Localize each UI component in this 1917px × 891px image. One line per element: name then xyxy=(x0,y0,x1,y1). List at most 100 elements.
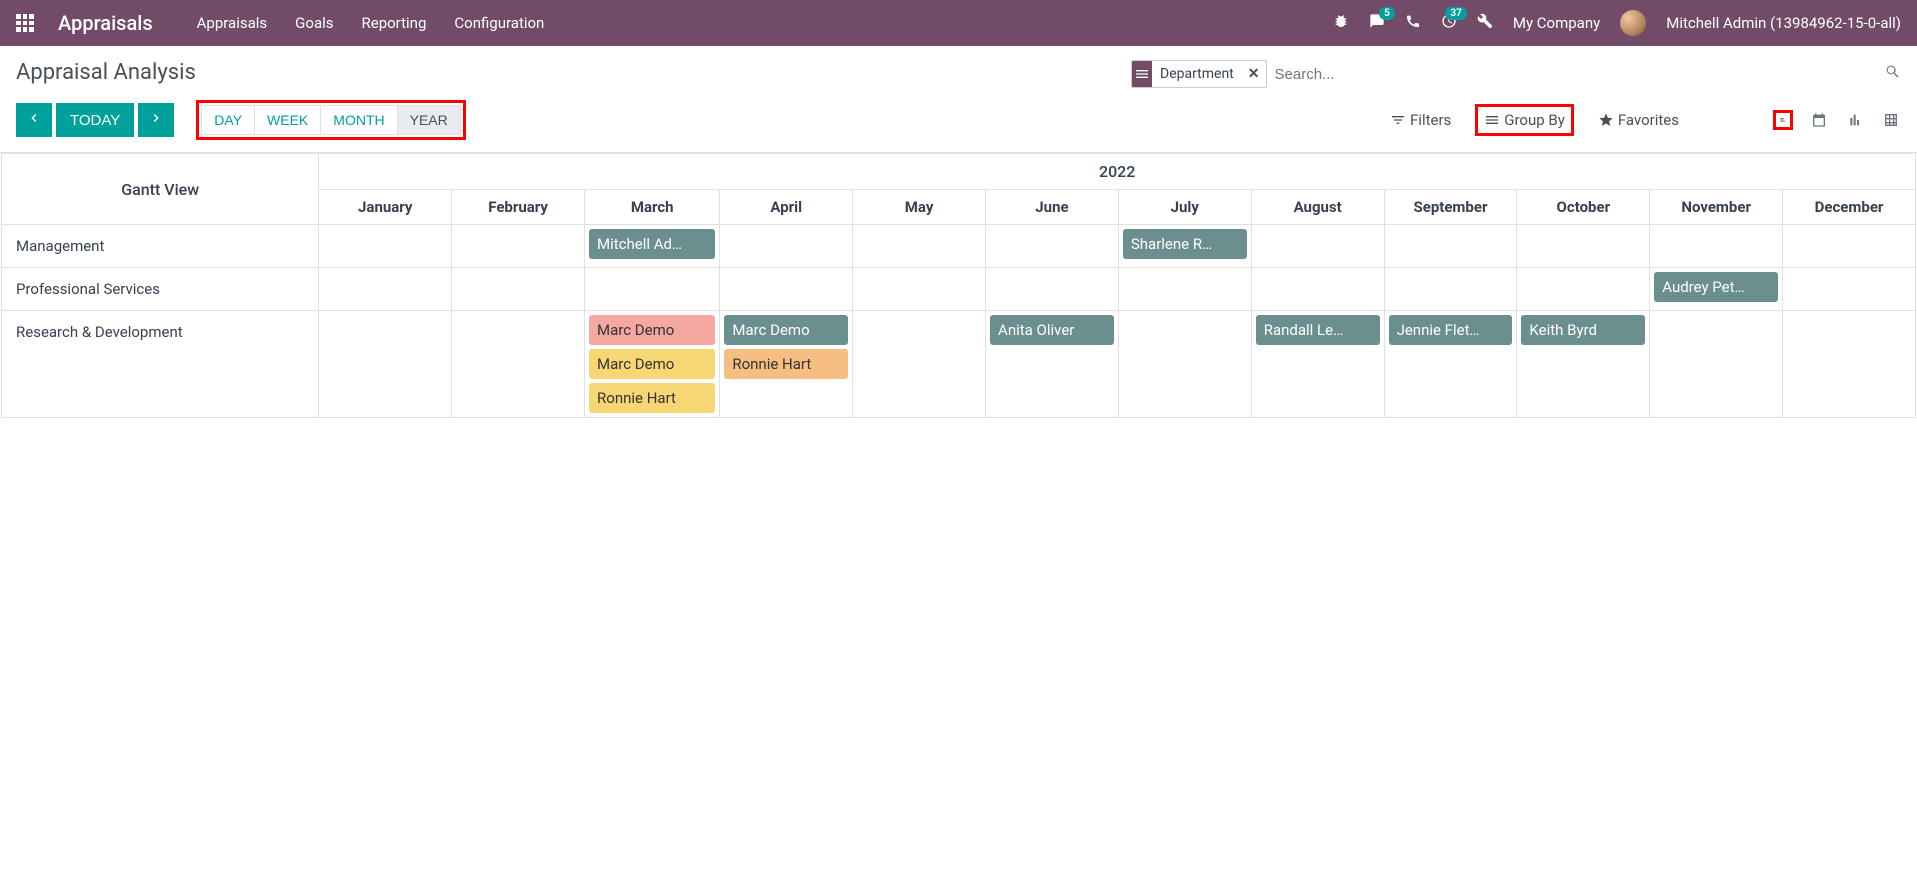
gantt-pill[interactable]: Marc Demo xyxy=(589,349,715,379)
gantt-month-header: October xyxy=(1517,190,1650,225)
bug-icon[interactable] xyxy=(1333,13,1349,33)
scale-year[interactable]: YEAR xyxy=(397,105,461,135)
gantt-pill[interactable]: Ronnie Hart xyxy=(724,349,848,379)
gantt-view-label: Gantt View xyxy=(2,154,319,225)
app-title: Appraisals xyxy=(58,11,153,35)
facet-label: Department xyxy=(1152,66,1242,82)
menu-reporting[interactable]: Reporting xyxy=(362,14,427,32)
gantt-cell[interactable] xyxy=(1650,225,1783,268)
groupby-dropdown[interactable]: Group By xyxy=(1475,104,1574,136)
page-title: Appraisal Analysis xyxy=(16,60,196,85)
gantt-cell[interactable] xyxy=(452,311,585,418)
gantt-cell[interactable]: Marc Demo Ronnie Hart xyxy=(720,311,853,418)
gantt-cell[interactable] xyxy=(720,268,853,311)
gantt-pill[interactable]: Mitchell Ad… xyxy=(589,229,715,259)
table-row: Research & DevelopmentMarc DemoMarc Demo… xyxy=(2,311,1916,418)
gantt-row-label: Research & Development xyxy=(2,311,319,418)
gantt-cell[interactable] xyxy=(1251,225,1384,268)
today-button[interactable]: TODAY xyxy=(56,103,134,137)
gantt-pill[interactable]: Keith Byrd xyxy=(1521,315,1645,345)
avatar[interactable] xyxy=(1620,10,1646,36)
user-menu[interactable]: Mitchell Admin (13984962-15-0-all) xyxy=(1666,14,1901,32)
gantt-pill[interactable]: Marc Demo xyxy=(589,315,715,345)
facet-remove[interactable]: ✕ xyxy=(1242,66,1266,82)
gantt-cell[interactable]: Keith Byrd xyxy=(1517,311,1650,418)
gantt-cell[interactable]: Marc Demo Marc Demo Ronnie Hart xyxy=(585,311,720,418)
gantt-cell[interactable] xyxy=(319,268,452,311)
gantt-cell[interactable] xyxy=(986,268,1119,311)
gantt-table: Gantt View 2022 JanuaryFebruaryMarchApri… xyxy=(1,153,1916,418)
scale-day[interactable]: DAY xyxy=(201,105,255,135)
gantt-pill[interactable]: Ronnie Hart xyxy=(589,383,715,413)
gantt-pill[interactable]: Jennie Flet… xyxy=(1389,315,1513,345)
pivot-view-icon[interactable] xyxy=(1881,110,1901,130)
gantt-cell[interactable] xyxy=(452,225,585,268)
menu-appraisals[interactable]: Appraisals xyxy=(197,14,268,32)
gantt-cell[interactable] xyxy=(1118,268,1251,311)
gantt-cell[interactable] xyxy=(853,268,986,311)
menu-goals[interactable]: Goals xyxy=(295,14,333,32)
gantt-cell[interactable] xyxy=(1650,311,1783,418)
filters-dropdown[interactable]: Filters xyxy=(1384,107,1457,133)
gantt-cell[interactable] xyxy=(1118,311,1251,418)
gantt-pill[interactable]: Audrey Pet… xyxy=(1654,272,1778,302)
favorites-label: Favorites xyxy=(1618,111,1679,129)
table-row: ManagementMitchell Ad…Sharlene R… xyxy=(2,225,1916,268)
gantt-cell[interactable] xyxy=(1384,225,1517,268)
scale-week[interactable]: WEEK xyxy=(254,105,321,135)
next-button[interactable] xyxy=(138,103,174,137)
gantt-cell[interactable] xyxy=(452,268,585,311)
gantt-month-header: January xyxy=(319,190,452,225)
prev-button[interactable] xyxy=(16,103,52,137)
gantt-cell[interactable] xyxy=(1517,268,1650,311)
gantt-month-header: December xyxy=(1783,190,1916,225)
gantt-cell[interactable] xyxy=(319,225,452,268)
gantt-month-header: June xyxy=(986,190,1119,225)
gantt-year: 2022 xyxy=(319,154,1916,190)
gantt-month-header: September xyxy=(1384,190,1517,225)
gantt-cell[interactable] xyxy=(585,268,720,311)
gantt-pill[interactable]: Anita Oliver xyxy=(990,315,1114,345)
company-switcher[interactable]: My Company xyxy=(1513,14,1600,32)
top-navbar: Appraisals Appraisals Goals Reporting Co… xyxy=(0,0,1917,46)
gantt-cell[interactable] xyxy=(986,225,1119,268)
gantt-cell[interactable]: Jennie Flet… xyxy=(1384,311,1517,418)
phone-icon[interactable] xyxy=(1405,13,1421,33)
gantt-cell[interactable]: Mitchell Ad… xyxy=(585,225,720,268)
gantt-month-header: February xyxy=(452,190,585,225)
gantt-month-header: November xyxy=(1650,190,1783,225)
gantt-cell[interactable]: Randall Le… xyxy=(1251,311,1384,418)
gantt-cell[interactable] xyxy=(1517,225,1650,268)
gantt-cell[interactable]: Sharlene R… xyxy=(1118,225,1251,268)
search-icon[interactable] xyxy=(1885,64,1901,84)
apps-icon[interactable] xyxy=(16,14,34,32)
calendar-view-icon[interactable] xyxy=(1809,110,1829,130)
scale-month[interactable]: MONTH xyxy=(320,105,397,135)
favorites-dropdown[interactable]: Favorites xyxy=(1592,107,1685,133)
filters-label: Filters xyxy=(1410,111,1451,129)
gantt-cell[interactable] xyxy=(1783,311,1916,418)
gantt-cell[interactable]: Audrey Pet… xyxy=(1650,268,1783,311)
gantt-cell[interactable] xyxy=(1783,225,1916,268)
gantt-cell[interactable] xyxy=(720,225,853,268)
gantt-cell[interactable] xyxy=(1251,268,1384,311)
gantt-pill[interactable]: Randall Le… xyxy=(1256,315,1380,345)
activities-badge: 37 xyxy=(1445,7,1466,20)
gantt-row-label: Professional Services xyxy=(2,268,319,311)
gantt-pill[interactable]: Sharlene R… xyxy=(1123,229,1247,259)
search-input[interactable] xyxy=(1275,66,1877,83)
messages-icon[interactable]: 5 xyxy=(1369,13,1385,33)
gantt-cell[interactable] xyxy=(319,311,452,418)
gantt-cell[interactable] xyxy=(853,225,986,268)
gantt-cell[interactable] xyxy=(1783,268,1916,311)
menu-configuration[interactable]: Configuration xyxy=(454,14,544,32)
activities-icon[interactable]: 37 xyxy=(1441,13,1457,33)
gantt-cell[interactable]: Anita Oliver xyxy=(986,311,1119,418)
graph-view-icon[interactable] xyxy=(1845,110,1865,130)
gantt-view-icon[interactable] xyxy=(1773,110,1793,130)
groupby-label: Group By xyxy=(1504,111,1565,129)
gantt-cell[interactable] xyxy=(853,311,986,418)
gantt-pill[interactable]: Marc Demo xyxy=(724,315,848,345)
gantt-cell[interactable] xyxy=(1384,268,1517,311)
tools-icon[interactable] xyxy=(1477,13,1493,33)
